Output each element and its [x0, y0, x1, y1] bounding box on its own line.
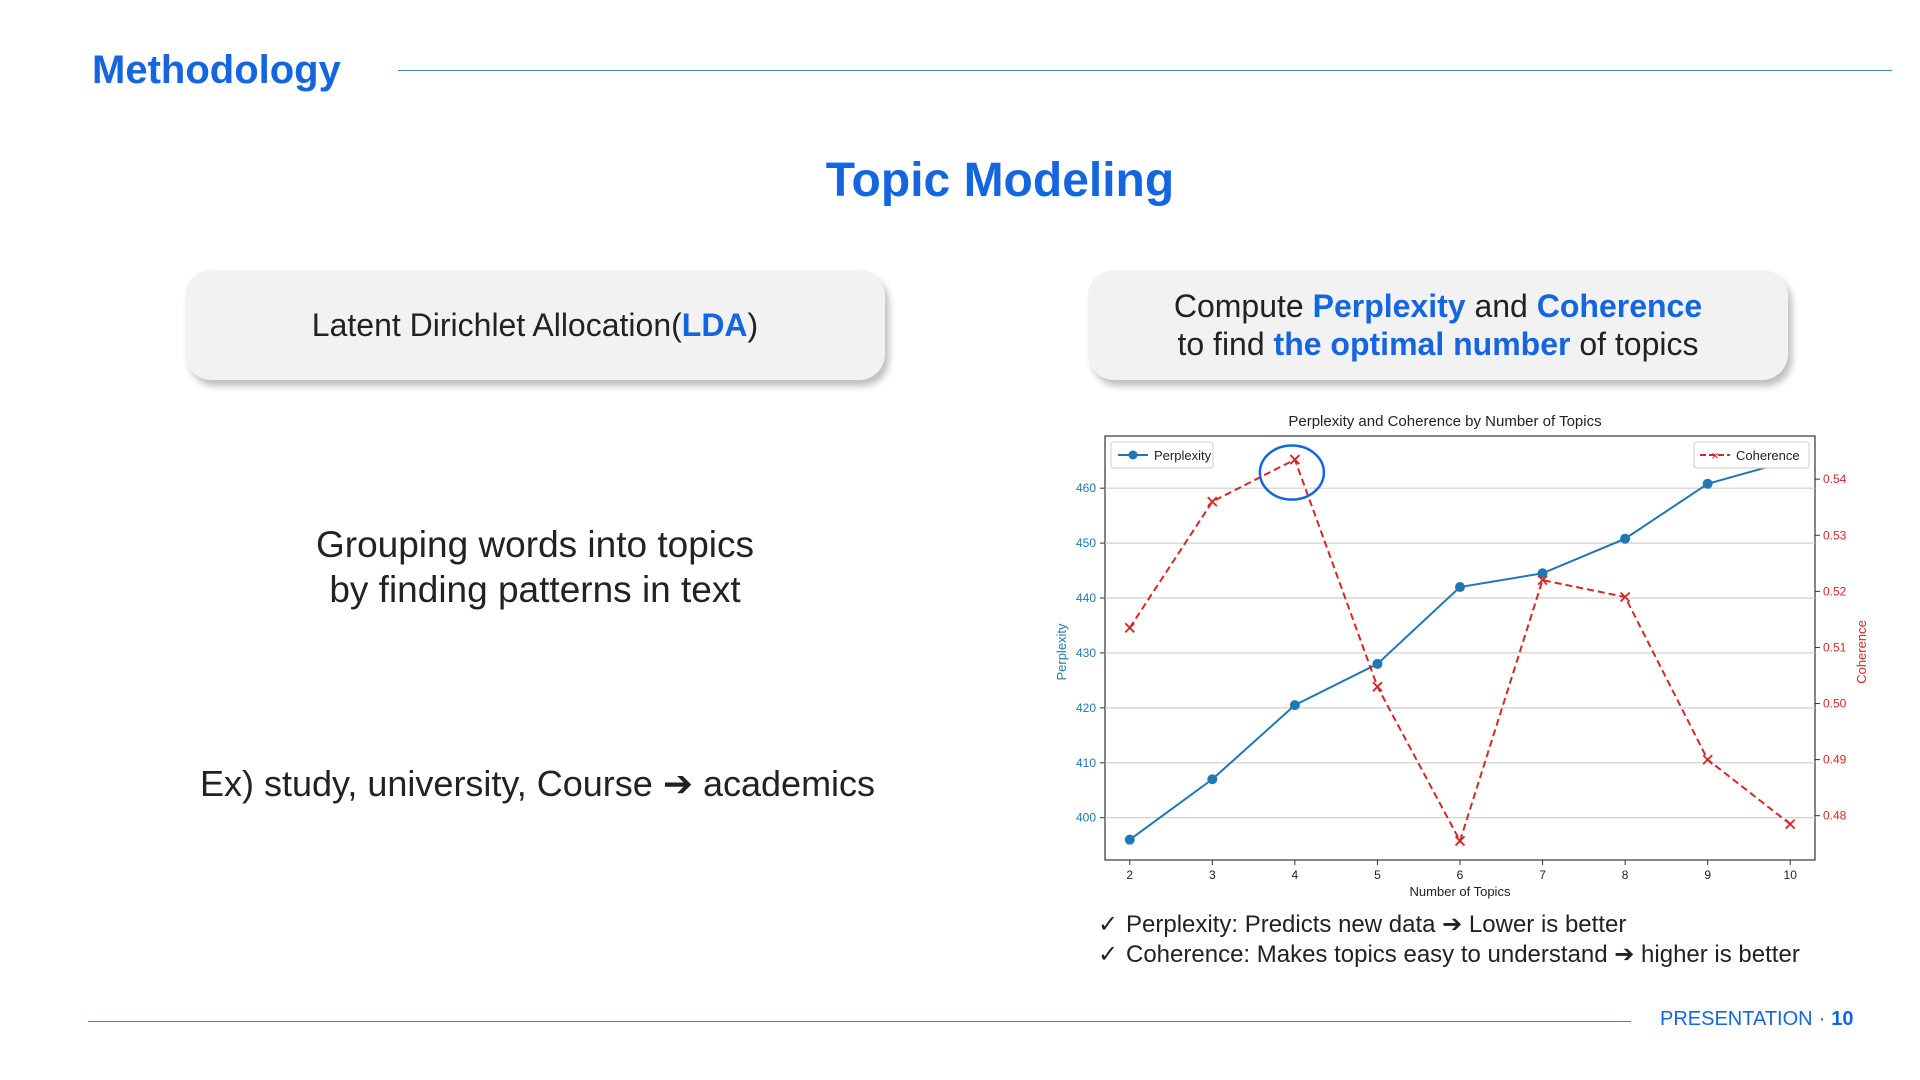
optimal-number-highlight: the optimal number [1273, 326, 1571, 362]
header-divider [398, 70, 1892, 71]
page-number: 10 [1831, 1008, 1854, 1030]
y-tick-label-left: 400 [1076, 811, 1096, 825]
note-text: Coherence: Makes topics easy to understa… [1126, 941, 1800, 968]
description-line-2: by finding patterns in text [329, 569, 741, 610]
y-tick-label-right: 0.54 [1823, 472, 1847, 486]
card-text: and [1465, 288, 1537, 324]
perplexity-point [1289, 700, 1300, 711]
note-item: ✓ Coherence: Makes topics easy to underst… [1098, 940, 1800, 970]
x-tick-label: 9 [1704, 868, 1711, 882]
svg-text:×: × [1711, 448, 1719, 463]
x-tick-label: 6 [1457, 868, 1464, 882]
slide-title: Topic Modeling [825, 154, 1175, 207]
legend-perplexity: Perplexity [1110, 441, 1214, 469]
card-text: Compute [1173, 288, 1313, 324]
chart-svg: Perplexity and Coherence by Number of To… [1054, 413, 1869, 899]
y-tick-label-left: 460 [1076, 481, 1096, 495]
footer-separator: · [1818, 1008, 1826, 1030]
check-icon: ✓ [1098, 941, 1119, 968]
y-tick-label-right: 0.51 [1823, 640, 1847, 654]
y-tick-label-left: 420 [1076, 701, 1096, 715]
coherence-highlight: Coherence [1536, 288, 1703, 324]
y-tick-label-right: 0.53 [1823, 528, 1847, 542]
example-text: Ex) study, university, Course ➔ academic… [200, 763, 876, 804]
x-tick-label: 4 [1292, 868, 1299, 882]
card-text: of topics [1570, 326, 1699, 362]
perplexity-point [1455, 582, 1465, 593]
notes-list: ✓ Perplexity: Predicts new data ➔ Lower i… [1098, 910, 1800, 970]
lda-card-text: Latent Dirichlet Allocation( [311, 306, 682, 343]
description-line-1: Grouping words into topics [315, 524, 755, 565]
y-tick-label-right: 0.48 [1823, 809, 1847, 823]
y-tick-label-left: 430 [1076, 646, 1096, 660]
perplexity-coherence-card: Compute Perplexity and Coherence to find… [1088, 270, 1788, 380]
legend-perplexity-label: Perplexity [1154, 448, 1212, 463]
y-axis-label-right: Coherence [1854, 620, 1869, 684]
y-tick-label-left: 440 [1076, 591, 1096, 605]
lda-highlight: LDA [681, 306, 748, 343]
note-text: Perplexity: Predicts new data ➔ Lower is… [1126, 911, 1627, 938]
x-tick-label: 7 [1539, 868, 1546, 882]
y-tick-label-right: 0.52 [1823, 584, 1847, 598]
perplexity-point [1702, 478, 1713, 489]
lda-card-text-end: ) [747, 306, 759, 343]
footer: PRESENTATION · 10 [1660, 1008, 1854, 1031]
x-tick-label: 5 [1374, 868, 1381, 882]
perplexity-point [1207, 774, 1218, 785]
x-axis-label: Number of Topics [1410, 884, 1511, 899]
footer-label: PRESENTATION [1660, 1008, 1813, 1030]
x-tick-label: 3 [1209, 868, 1216, 882]
perplexity-highlight: Perplexity [1312, 288, 1466, 324]
footer-divider [88, 1021, 1631, 1022]
card-line-2: to find the optimal number of topics [1174, 325, 1702, 363]
legend-coherence-label: Coherence [1736, 448, 1800, 463]
card-line-1: Compute Perplexity and Coherence [1174, 287, 1702, 325]
check-icon: ✓ [1098, 911, 1119, 938]
x-tick-label: 2 [1126, 868, 1133, 882]
perplexity-point [1372, 658, 1383, 669]
perplexity-point [1620, 533, 1631, 544]
y-tick-label-left: 410 [1076, 756, 1096, 770]
note-item: ✓ Perplexity: Predicts new data ➔ Lower i… [1098, 910, 1800, 940]
chart-title: Perplexity and Coherence by Number of To… [1288, 413, 1601, 430]
legend-coherence: × Coherence [1693, 441, 1810, 469]
y-axis-label-left: Perplexity [1054, 623, 1069, 681]
y-tick-label-left: 450 [1076, 536, 1096, 550]
perplexity-point [1124, 834, 1135, 845]
lda-card: Latent Dirichlet Allocation(LDA) [185, 270, 885, 380]
y-tick-label-right: 0.49 [1823, 753, 1847, 767]
section-title: Methodology [92, 48, 341, 92]
y-tick-label-right: 0.50 [1823, 697, 1847, 711]
x-tick-label: 10 [1784, 868, 1798, 882]
perplexity-coherence-chart: Perplexity and Coherence by Number of To… [1030, 402, 1900, 902]
x-tick-label: 8 [1622, 868, 1629, 882]
card-text: to find [1177, 326, 1274, 362]
